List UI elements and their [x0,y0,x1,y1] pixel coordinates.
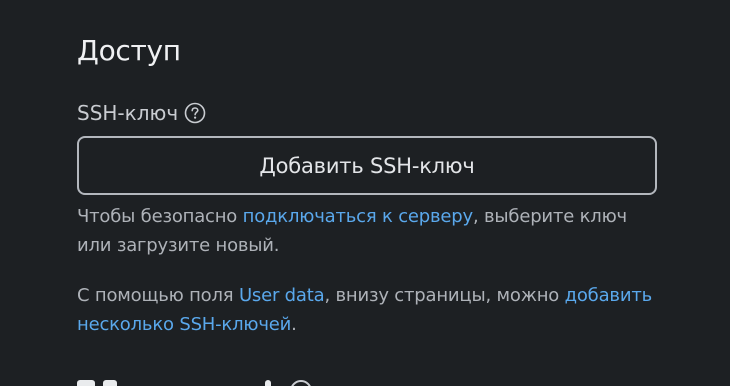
cropped-glyph [265,380,271,386]
add-ssh-key-button[interactable]: Добавить SSH-ключ [77,136,657,195]
user-data-hint: С помощью поля User data, внизу страницы… [77,281,657,339]
user-data-hint-text-middle: , внизу страницы, можно [324,285,565,306]
user-data-hint-text-before: С помощью поля [77,285,239,306]
ssh-key-label: SSH-ключ [77,101,179,125]
cropped-help-icon [290,380,312,386]
cropped-glyph [77,380,95,386]
connect-hint: Чтобы безопасно подключаться к серверу, … [77,202,657,260]
next-section-heading-cropped [77,366,337,386]
question-circle-icon[interactable] [184,102,206,124]
user-data-hint-text-after: . [291,314,297,335]
section-title: Доступ [77,34,181,67]
connect-to-server-link[interactable]: подключаться к серверу [243,206,474,227]
ssh-key-field-label: SSH-ключ [77,98,206,128]
connect-hint-text-before: Чтобы безопасно [77,206,243,227]
user-data-link[interactable]: User data [239,285,325,306]
cropped-glyph [103,380,117,386]
